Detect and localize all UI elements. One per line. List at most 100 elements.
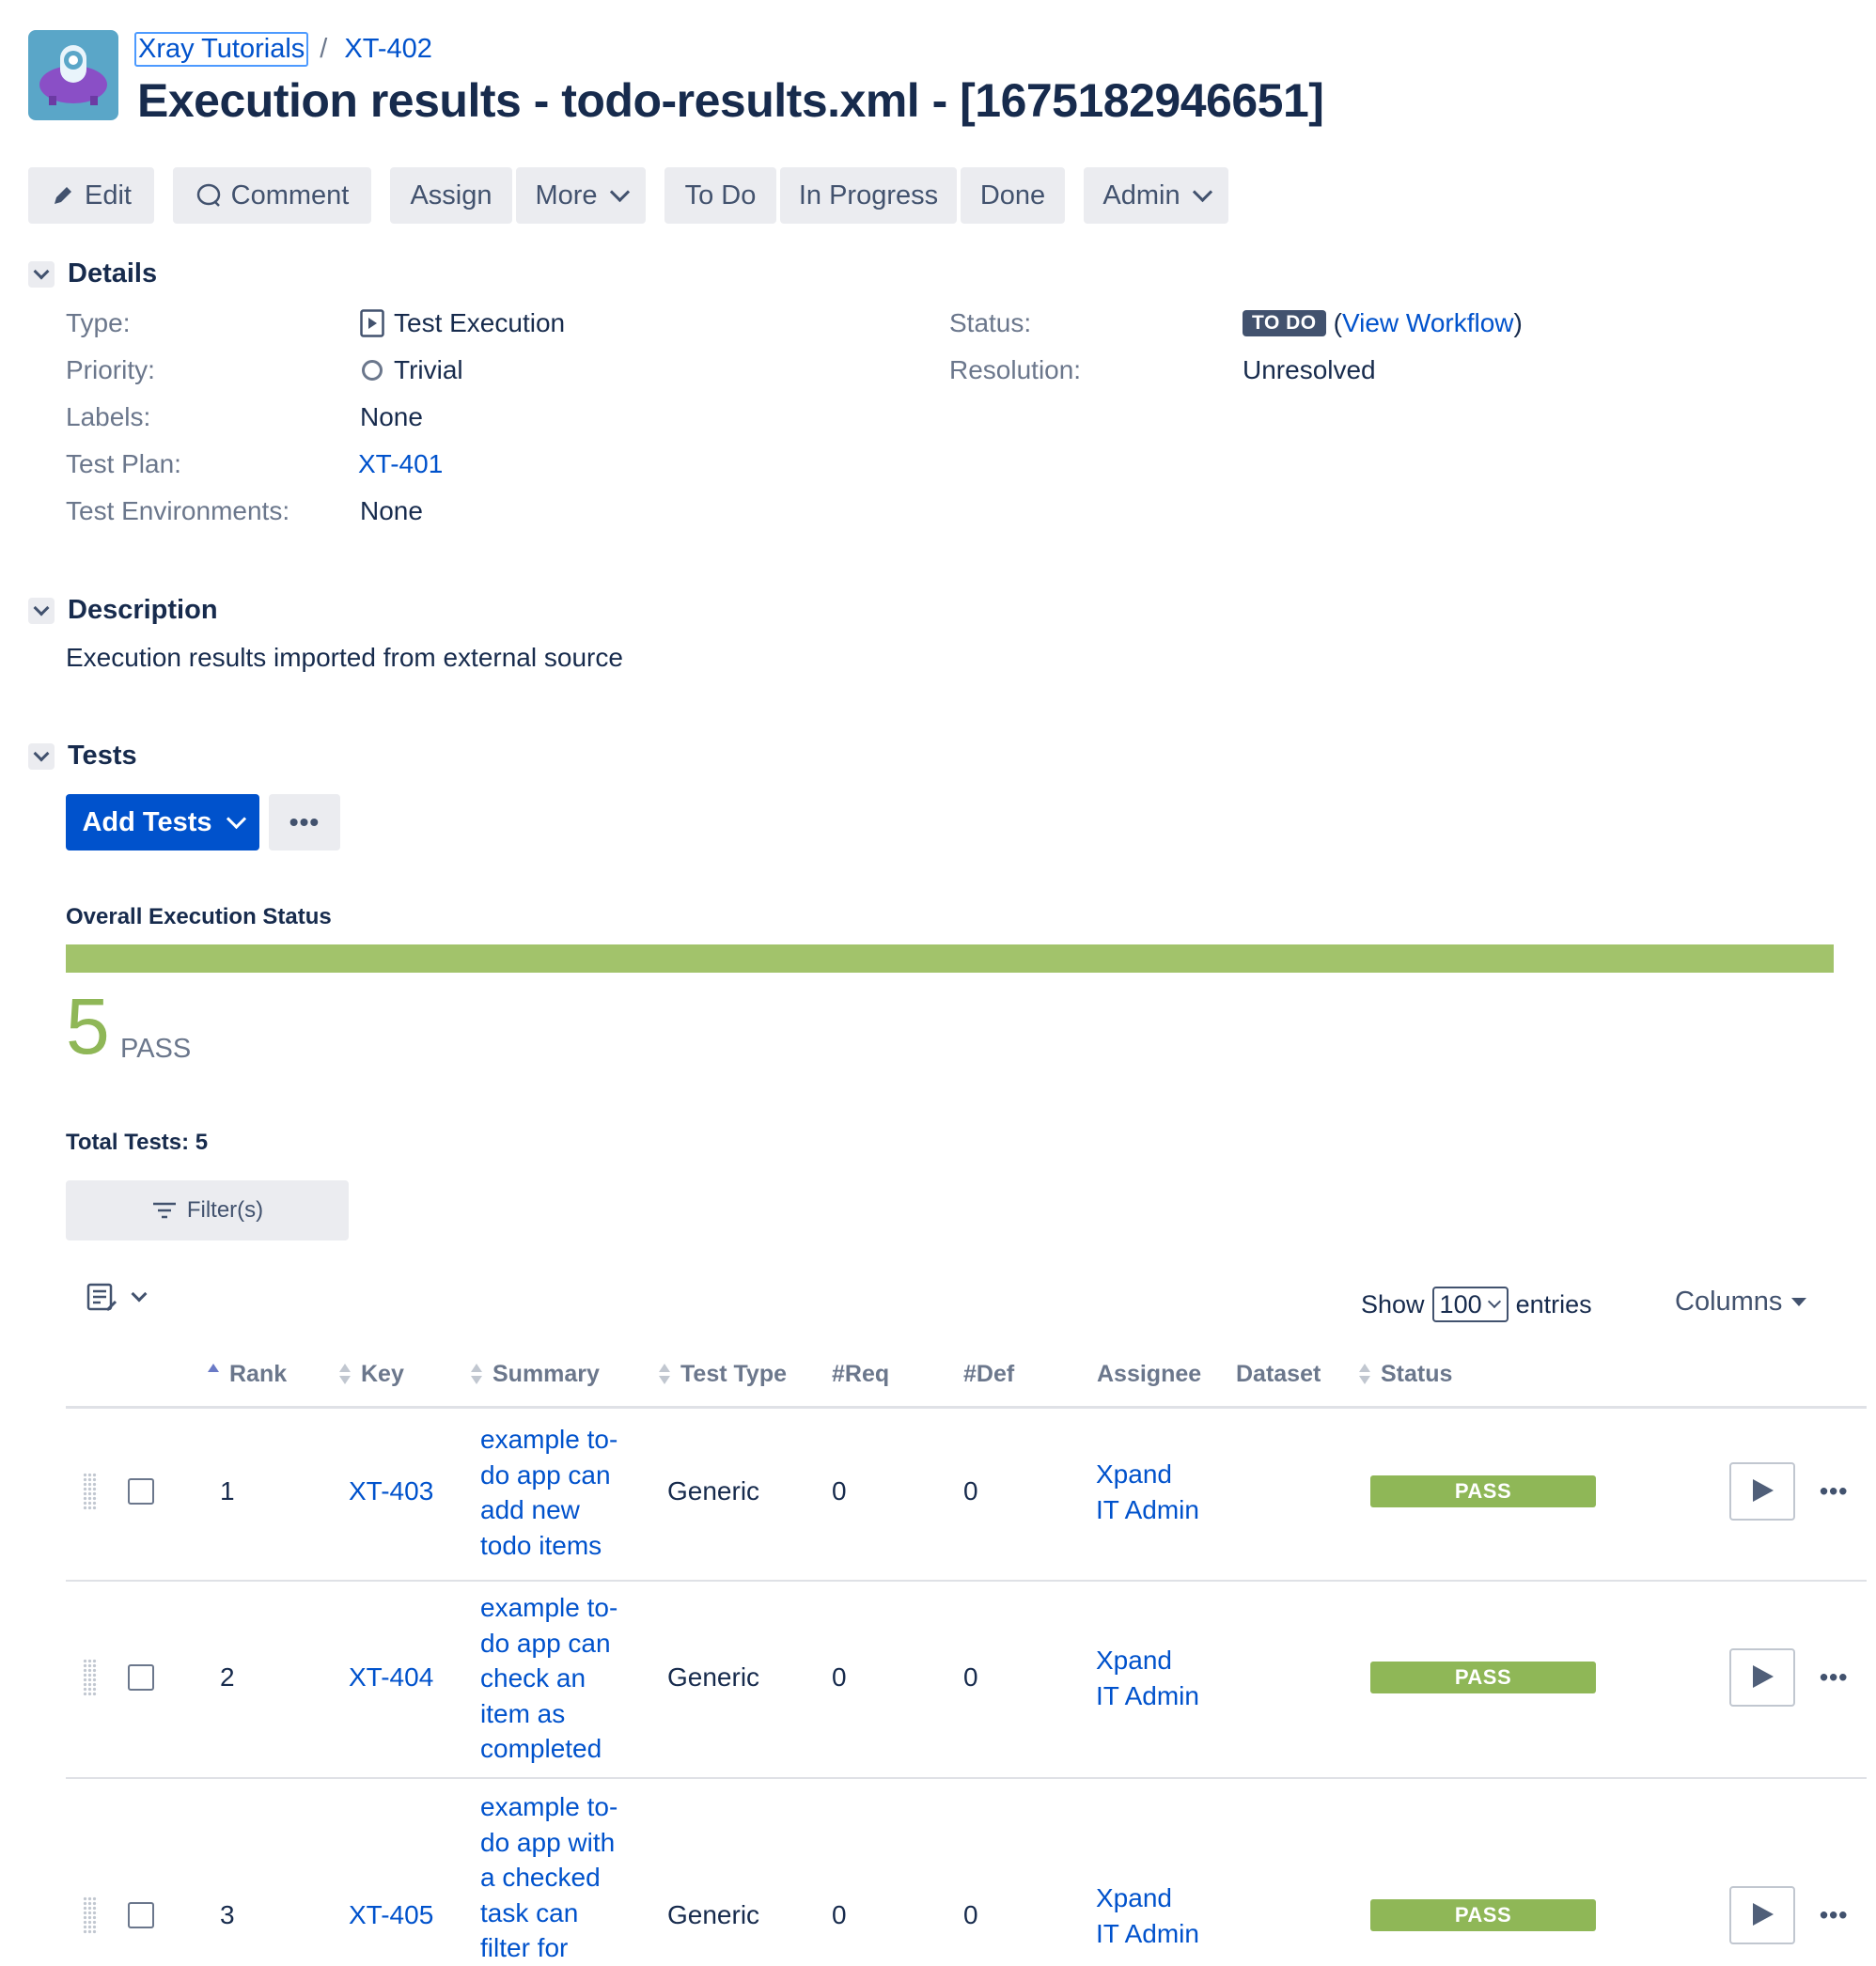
column-header-label: Summary (492, 1361, 600, 1387)
def-count-cell: 0 (963, 1476, 978, 1506)
tests-section-header[interactable]: Tests (28, 741, 137, 772)
drag-handle-icon[interactable] (83, 1896, 98, 1934)
collapse-toggle-icon[interactable] (28, 260, 55, 288)
assignee-link[interactable]: Xpand IT Admin (1096, 1880, 1227, 1951)
summary-link[interactable]: example to- do app can add new todo item… (480, 1422, 631, 1563)
test-type-cell: Generic (667, 1476, 760, 1506)
summary-line: do app can (480, 1628, 611, 1658)
row-actions-icon[interactable]: ••• (1820, 1901, 1848, 1930)
drag-handle-icon[interactable] (83, 1473, 98, 1510)
column-header-label: Status (1381, 1361, 1453, 1387)
export-list-icon (86, 1283, 117, 1312)
drag-handle-icon[interactable] (83, 1659, 98, 1696)
column-header-req[interactable]: #Req (832, 1361, 889, 1388)
column-header-dataset[interactable]: Dataset (1236, 1361, 1321, 1388)
priority-text: Trivial (394, 355, 463, 384)
add-tests-button[interactable]: Add Tests (66, 794, 259, 850)
transition-todo-button[interactable]: To Do (664, 167, 776, 224)
status-badge[interactable]: PASS (1370, 1899, 1596, 1931)
sort-icon (470, 1363, 483, 1386)
column-header-assignee[interactable]: Assignee (1097, 1361, 1201, 1388)
column-header-summary[interactable]: Summary (470, 1361, 600, 1388)
filter-button[interactable]: Filter(s) (66, 1180, 349, 1240)
chevron-down-icon (609, 181, 630, 202)
status-badge: TO DO (1243, 310, 1326, 336)
rank-cell: 3 (220, 1900, 235, 1929)
column-header-status[interactable]: Status (1358, 1361, 1452, 1388)
overall-execution-progress-bar (66, 944, 1834, 973)
comment-bubble-icon (196, 183, 220, 207)
edit-label: Edit (85, 179, 132, 211)
row-divider (66, 1777, 1867, 1779)
assignee-line: Xpand (1096, 1883, 1172, 1912)
summary-line: completed (480, 1734, 602, 1763)
column-header-def[interactable]: #Def (963, 1361, 1014, 1388)
run-test-button[interactable] (1729, 1462, 1795, 1521)
comment-button[interactable]: Comment (173, 167, 371, 224)
admin-button[interactable]: Admin (1084, 167, 1228, 224)
more-button[interactable]: More (516, 167, 646, 224)
status-badge[interactable]: PASS (1370, 1662, 1596, 1693)
page-size-control: Show 100 entries (1361, 1287, 1592, 1322)
collapse-toggle-icon[interactable] (28, 742, 55, 770)
tests-heading: Tests (68, 741, 137, 771)
breadcrumb-issue-key[interactable]: XT-402 (344, 34, 432, 65)
transition-in-progress-button[interactable]: In Progress (780, 167, 957, 224)
assignee-link[interactable]: Xpand IT Admin (1096, 1457, 1227, 1527)
assign-button[interactable]: Assign (390, 167, 512, 224)
xray-robot-logo-icon (39, 45, 107, 105)
details-section-header[interactable]: Details (28, 258, 157, 289)
sort-icon (338, 1363, 352, 1386)
column-header-key[interactable]: Key (338, 1361, 404, 1388)
test-plan-link[interactable]: XT-401 (358, 449, 443, 479)
status-badge[interactable]: PASS (1370, 1475, 1596, 1507)
assignee-line: IT Admin (1096, 1494, 1199, 1524)
admin-label: Admin (1102, 179, 1180, 211)
summary-line: do app can (480, 1459, 611, 1490)
test-key-link[interactable]: XT-404 (349, 1662, 433, 1693)
rank-cell: 2 (220, 1662, 235, 1692)
chevron-down-icon (1192, 181, 1212, 202)
tests-more-actions-button[interactable]: ••• (269, 794, 340, 850)
status-label: Status: (949, 308, 1032, 337)
transition-done-button[interactable]: Done (961, 167, 1065, 224)
row-actions-icon[interactable]: ••• (1820, 1663, 1848, 1693)
columns-label: Columns (1675, 1287, 1783, 1317)
test-execution-icon (360, 309, 384, 337)
collapse-toggle-icon[interactable] (28, 597, 55, 624)
row-actions-icon[interactable]: ••• (1820, 1477, 1848, 1506)
summary-link[interactable]: example to- do app can check an item as … (480, 1590, 631, 1767)
export-menu-button[interactable] (86, 1282, 148, 1314)
project-avatar[interactable] (28, 30, 118, 120)
test-type-cell: Generic (667, 1662, 760, 1692)
comment-label: Comment (230, 179, 350, 211)
sort-icon (658, 1363, 671, 1386)
def-count-cell: 0 (963, 1900, 978, 1929)
summary-line: check an (480, 1663, 586, 1693)
row-checkbox[interactable] (128, 1664, 154, 1691)
details-heading: Details (68, 258, 158, 289)
test-key-link[interactable]: XT-403 (349, 1476, 433, 1506)
row-checkbox[interactable] (128, 1478, 154, 1505)
assignee-link[interactable]: Xpand IT Admin (1096, 1643, 1227, 1713)
test-key-link[interactable]: XT-405 (349, 1900, 433, 1930)
def-count-cell: 0 (963, 1662, 978, 1692)
breadcrumb: Xray Tutorials / XT-402 (134, 31, 432, 67)
run-test-button[interactable] (1729, 1648, 1795, 1707)
workflow-paren-open: ( (1333, 308, 1342, 337)
test-environments-label: Test Environments: (66, 496, 290, 525)
edit-button[interactable]: Edit (28, 167, 154, 224)
columns-button[interactable]: Columns (1675, 1287, 1807, 1318)
run-test-button[interactable] (1729, 1886, 1795, 1944)
view-workflow-link[interactable]: View Workflow (1342, 308, 1514, 337)
overall-status-title: Overall Execution Status (66, 904, 332, 929)
summary-link[interactable]: example to- do app with a checked task c… (480, 1789, 631, 1966)
page-title: Execution results - todo-results.xml - [… (137, 74, 1324, 127)
summary-line: add new (480, 1495, 580, 1524)
row-checkbox[interactable] (128, 1902, 154, 1928)
breadcrumb-project-link[interactable]: Xray Tutorials (134, 31, 309, 67)
page-size-select[interactable]: 100 (1431, 1287, 1509, 1322)
column-header-rank[interactable]: Rank (207, 1361, 287, 1388)
description-section-header[interactable]: Description (28, 595, 218, 626)
column-header-test-type[interactable]: Test Type (658, 1361, 787, 1388)
